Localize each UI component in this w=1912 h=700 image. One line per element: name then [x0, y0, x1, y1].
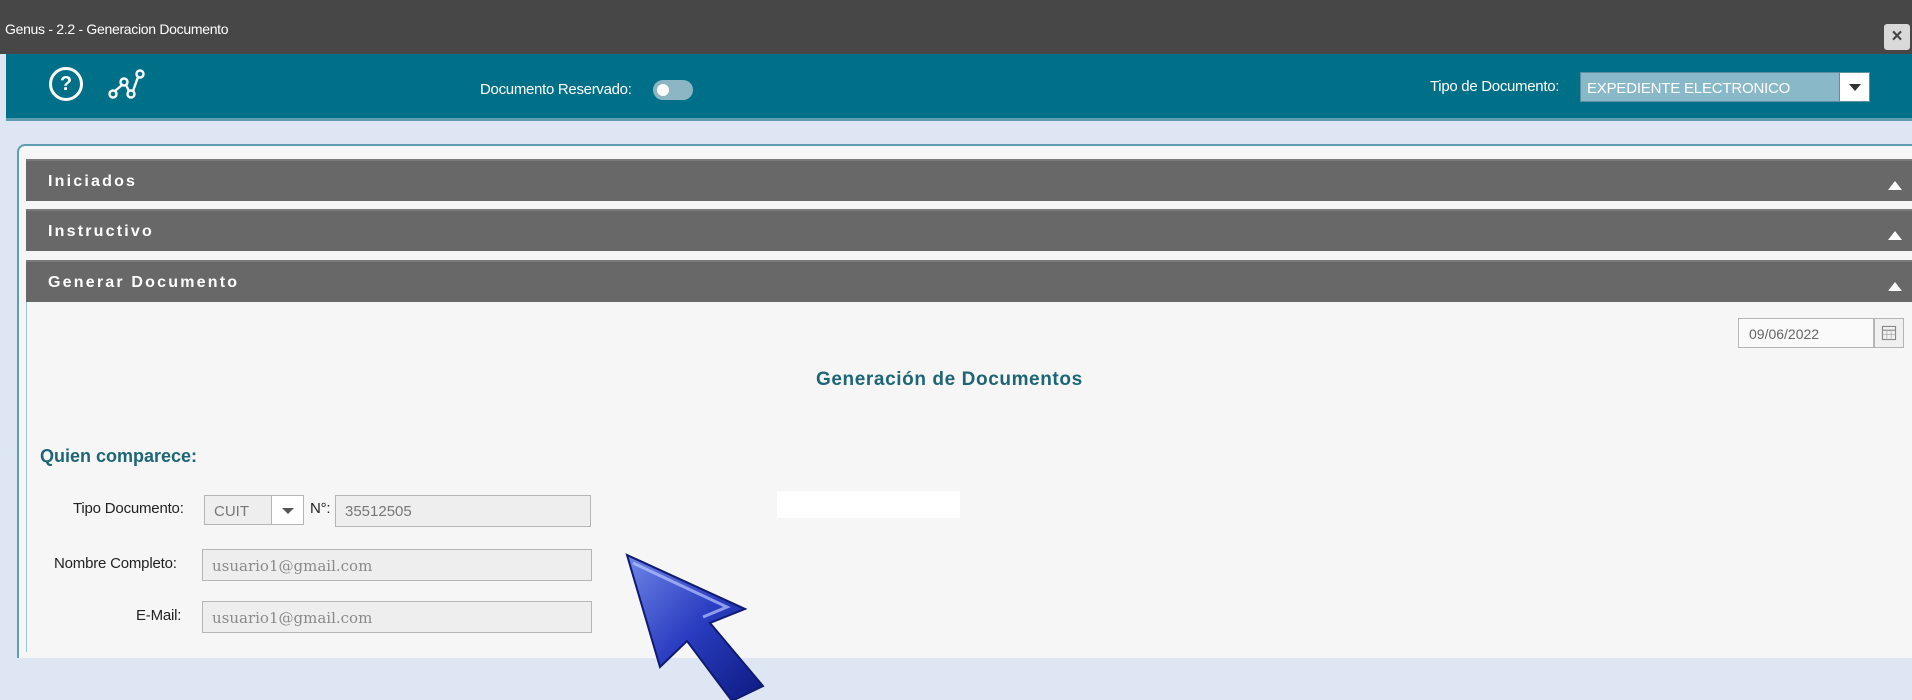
pointer-arrow-icon — [625, 553, 765, 700]
generar-documento-content — [26, 302, 1912, 652]
email-value: usuario1@gmail.com — [212, 609, 373, 627]
documento-reservado-label: Documento Reservado: — [480, 81, 632, 98]
toolbar: ? Documento Reservado: Tipo de Documento… — [6, 54, 1912, 121]
accordion-label: Generar Documento — [48, 274, 240, 291]
tipo-documento-combo-value: CUIT — [214, 503, 249, 520]
accordion-label: Instructivo — [48, 223, 154, 240]
tipo-documento-value: EXPEDIENTE ELECTRONICO — [1587, 80, 1791, 97]
chevron-down-icon[interactable] — [1839, 73, 1869, 101]
accordion-header-iniciados[interactable]: Iniciados — [26, 159, 1912, 201]
email-input[interactable]: usuario1@gmail.com — [202, 601, 592, 633]
form-title: Generación de Documentos — [816, 369, 1083, 390]
tipo-documento-field-label: Tipo Documento: — [73, 500, 184, 517]
accordion-label: Iniciados — [48, 173, 138, 190]
tipo-documento-label: Tipo de Documento: — [1430, 78, 1560, 95]
calendar-icon[interactable] — [1874, 318, 1904, 348]
quien-comparece-heading: Quien comparece: — [40, 446, 198, 466]
email-label: E-Mail: — [136, 607, 182, 624]
tipo-documento-select[interactable]: EXPEDIENTE ELECTRONICO — [1580, 72, 1870, 102]
caret-up-icon — [1888, 231, 1902, 240]
caret-up-icon — [1888, 181, 1902, 190]
numero-value: 35512505 — [345, 503, 412, 520]
date-input[interactable]: 09/06/2022 — [1738, 318, 1874, 348]
help-icon[interactable]: ? — [49, 67, 83, 101]
window-title: Genus - 2.2 - Generacion Documento — [5, 21, 229, 37]
blank-area — [777, 491, 960, 518]
date-value: 09/06/2022 — [1749, 326, 1820, 342]
nombre-completo-input[interactable]: usuario1@gmail.com — [202, 549, 592, 581]
documento-reservado-toggle[interactable] — [653, 80, 693, 100]
close-icon[interactable]: × — [1884, 24, 1910, 50]
numero-input[interactable]: 35512505 — [335, 495, 591, 527]
workflow-icon[interactable] — [107, 67, 147, 101]
window-titlebar: Genus - 2.2 - Generacion Documento × — [0, 0, 1912, 54]
bottom-band — [0, 658, 1912, 700]
chevron-down-icon[interactable] — [271, 496, 303, 524]
numero-label: N°: — [310, 500, 331, 517]
nombre-completo-value: usuario1@gmail.com — [212, 557, 373, 575]
toggle-knob — [657, 84, 669, 96]
accordion-header-generar-documento[interactable]: Generar Documento — [26, 260, 1912, 302]
caret-up-icon — [1888, 282, 1902, 291]
accordion-header-instructivo[interactable]: Instructivo — [26, 209, 1912, 251]
tipo-documento-combo[interactable]: CUIT — [204, 495, 304, 525]
nombre-completo-label: Nombre Completo: — [54, 555, 177, 572]
